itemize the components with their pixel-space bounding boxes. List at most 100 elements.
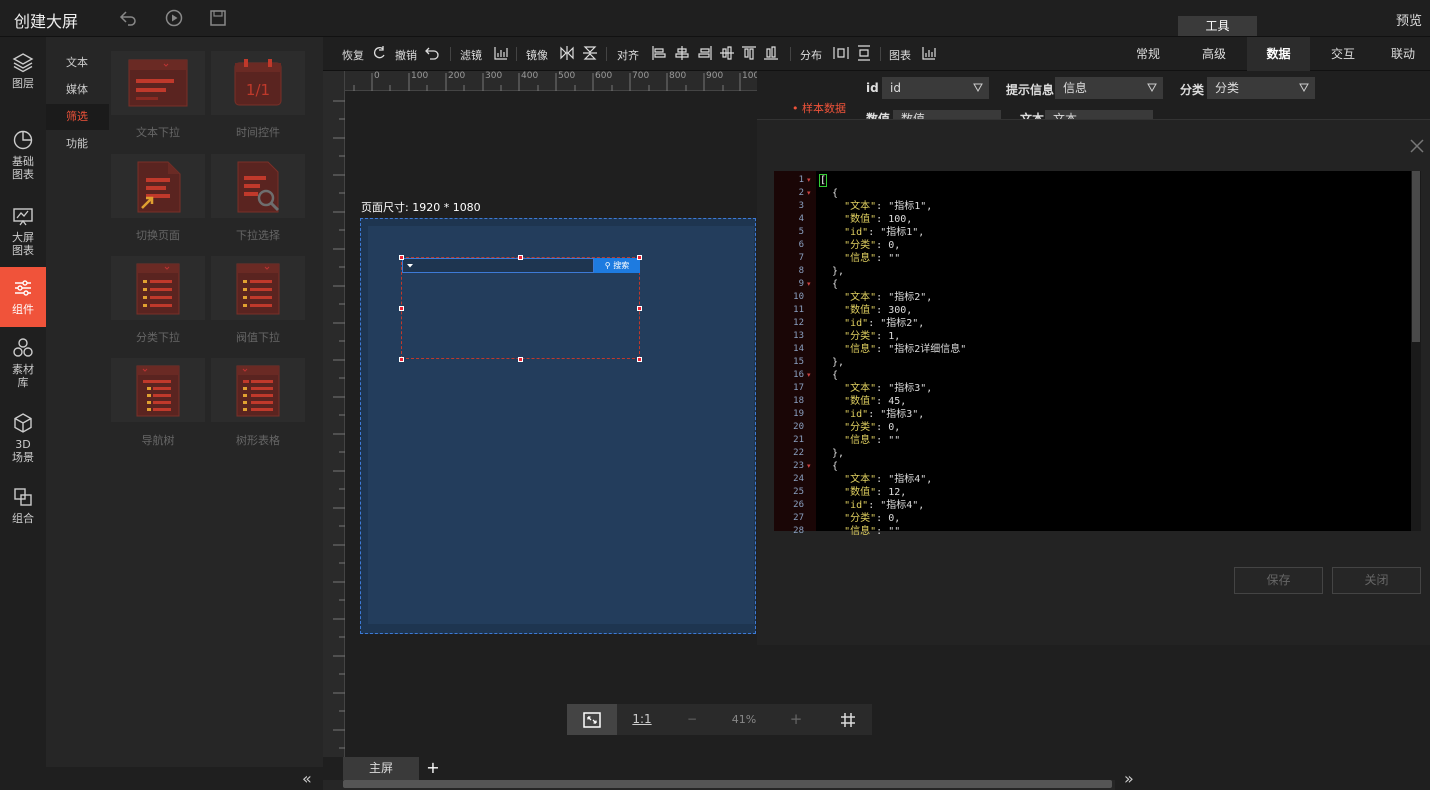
chevron-down-icon — [1299, 83, 1309, 92]
subnav-text[interactable]: 文本 — [46, 50, 109, 76]
grid-button[interactable] — [823, 704, 873, 735]
subnav-filter[interactable]: 筛选 — [46, 104, 109, 130]
line-number: 20 — [793, 422, 804, 432]
ruler-tick-label: 200 — [448, 71, 466, 81]
undo-tool-icon[interactable] — [424, 45, 440, 61]
subnav-function[interactable]: 功能 — [46, 131, 109, 157]
editor-scroll-thumb[interactable] — [1412, 171, 1420, 342]
mirror-h-icon[interactable] — [559, 45, 575, 61]
nav-components[interactable]: 组件 — [0, 267, 46, 327]
fold-toggle-icon[interactable]: ▾ — [807, 460, 811, 473]
nav-basic-chart[interactable]: 基础图表 — [0, 129, 46, 183]
tab-interaction[interactable]: 交互 — [1310, 37, 1376, 71]
mirror-label[interactable]: 镜像 — [526, 47, 548, 63]
undo-label[interactable]: 撤销 — [395, 47, 417, 63]
close-button[interactable]: 关闭 — [1332, 567, 1421, 594]
add-page-button[interactable]: + — [423, 757, 443, 780]
fold-toggle-icon[interactable]: ▾ — [807, 187, 811, 200]
resize-handle[interactable] — [399, 357, 404, 362]
line-number: 24 — [793, 474, 804, 484]
sample-data-label[interactable]: • 样本数据 — [792, 100, 846, 116]
fold-toggle-icon[interactable]: ▾ — [807, 369, 811, 382]
close-icon[interactable] — [1410, 139, 1424, 153]
component-switch-page[interactable] — [111, 154, 205, 218]
nav-material[interactable]: 素材库 — [0, 337, 46, 391]
preview-button[interactable]: 预览 — [1396, 10, 1422, 29]
align-bottom-icon[interactable] — [763, 45, 779, 61]
chart-label[interactable]: 图表 — [889, 47, 911, 63]
align-right-icon[interactable] — [697, 45, 713, 61]
dropdown-select[interactable] — [402, 258, 594, 273]
code-line: "文本": "指标1", — [844, 201, 933, 212]
value-select[interactable]: 数值 — [893, 110, 1001, 119]
tab-main-screen[interactable]: 主屏 — [343, 757, 419, 780]
filter-label[interactable]: 滤镜 — [460, 47, 482, 63]
resize-handle[interactable] — [518, 255, 523, 260]
horizontal-scrollbar[interactable] — [343, 780, 1112, 788]
tab-data[interactable]: 数据 — [1247, 37, 1310, 71]
component-label: 分类下拉 — [136, 331, 180, 344]
resize-handle[interactable] — [637, 357, 642, 362]
resize-handle[interactable] — [518, 357, 523, 362]
redo-label[interactable]: 恢复 — [342, 47, 364, 63]
nav-group[interactable]: 组合 — [0, 486, 46, 530]
distribute-label[interactable]: 分布 — [800, 47, 822, 63]
code-line: }, — [820, 448, 845, 459]
tip-select-value: 信息 — [1063, 81, 1088, 95]
filter-icon[interactable] — [493, 45, 509, 61]
component-time-control[interactable]: 1/1 — [211, 51, 305, 115]
nav-screen-chart[interactable]: 大屏图表 — [0, 205, 46, 259]
line-number: 17 — [793, 383, 804, 393]
mirror-v-icon[interactable] — [582, 45, 598, 61]
fit-screen-button[interactable] — [567, 704, 617, 735]
one-to-one-button[interactable]: 1:1 — [617, 704, 667, 735]
id-select[interactable]: id — [882, 77, 989, 99]
distribute-h-icon[interactable] — [833, 45, 849, 61]
divider — [606, 47, 607, 61]
nav-3d[interactable]: 3D场景 — [0, 412, 46, 466]
align-center-icon[interactable] — [674, 45, 690, 61]
play-icon[interactable] — [164, 8, 186, 30]
category-select[interactable]: 分类 — [1207, 77, 1315, 99]
component-tree-table[interactable] — [211, 358, 305, 422]
tool-tab[interactable]: 工具 — [1178, 16, 1257, 36]
align-label[interactable]: 对齐 — [617, 47, 639, 63]
resize-handle[interactable] — [399, 255, 404, 260]
component-text-dropdown[interactable] — [111, 51, 205, 115]
resize-handle[interactable] — [399, 306, 404, 311]
chart-tool-icon[interactable] — [921, 45, 937, 61]
distribute-v-icon[interactable] — [856, 45, 872, 61]
save-icon[interactable] — [208, 8, 230, 30]
fold-toggle-icon[interactable]: ▾ — [807, 278, 811, 291]
collapse-right-icon[interactable]: » — [1124, 769, 1134, 788]
resize-handle[interactable] — [637, 306, 642, 311]
save-button[interactable]: 保存 — [1234, 567, 1323, 594]
align-left-icon[interactable] — [651, 45, 667, 61]
component-category-dropdown[interactable] — [111, 256, 205, 320]
resize-handle[interactable] — [637, 255, 642, 260]
tab-general[interactable]: 常规 — [1115, 37, 1181, 71]
component-threshold-dropdown[interactable] — [211, 256, 305, 320]
component-label: 切换页面 — [136, 229, 180, 242]
component-nav-tree[interactable] — [111, 358, 205, 422]
subnav-media[interactable]: 媒体 — [46, 77, 109, 103]
code-line: { — [820, 370, 839, 381]
undo-icon[interactable] — [118, 8, 140, 30]
sliders-icon — [15, 280, 31, 296]
text-select[interactable]: 文本 — [1045, 110, 1153, 119]
zoom-out-button[interactable]: − — [667, 704, 717, 735]
fold-toggle-icon[interactable]: ▾ — [807, 174, 811, 187]
align-middle-icon[interactable] — [719, 45, 735, 61]
zoom-in-button[interactable]: + — [771, 704, 821, 735]
code-line: "id": "指标1", — [844, 227, 925, 238]
search-button[interactable]: ⚲ 搜索 — [594, 258, 640, 273]
tip-select[interactable]: 信息 — [1055, 77, 1163, 99]
tab-advanced[interactable]: 高级 — [1181, 37, 1247, 71]
component-dropdown-search[interactable] — [211, 154, 305, 218]
collapse-left-icon[interactable]: « — [302, 769, 312, 788]
nav-layers[interactable]: 图层 — [0, 51, 46, 99]
align-top-icon[interactable] — [741, 45, 757, 61]
tab-linkage[interactable]: 联动 — [1376, 37, 1430, 71]
redo-icon[interactable] — [371, 45, 387, 61]
code-line: [ — [818, 174, 828, 187]
